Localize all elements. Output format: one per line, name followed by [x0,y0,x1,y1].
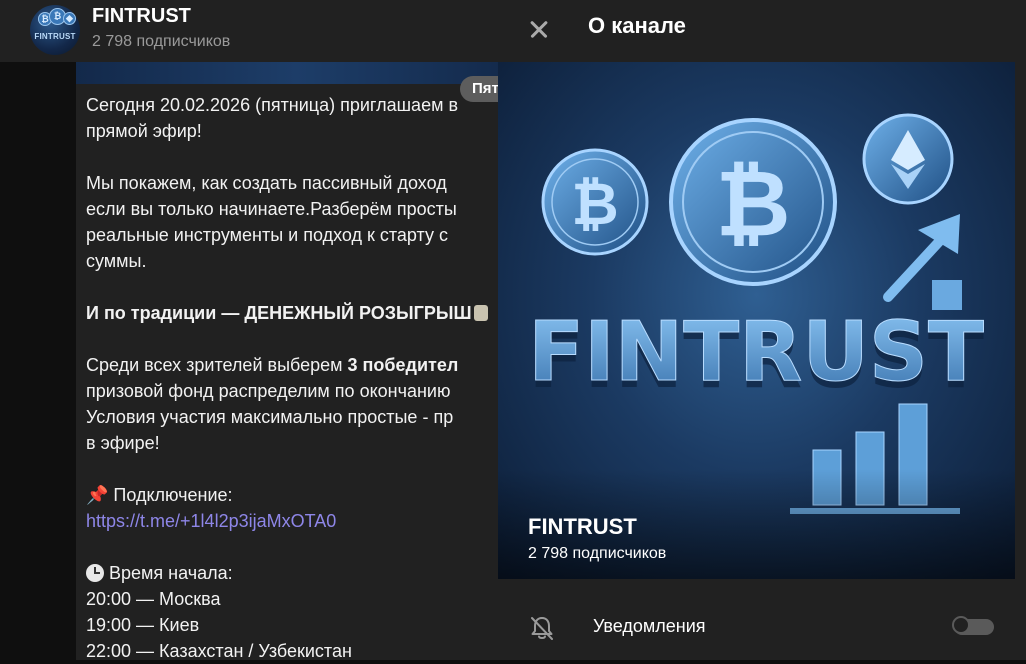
message-line: https://t.me/+1l4l2p3ijaMxOTA0 [86,508,506,534]
clock-icon [86,564,104,582]
message-line: 20:00 — Москва [86,589,221,609]
message-line: Условия участия максимально простые - пр [86,407,454,427]
message-line: прямой эфир! [86,121,202,141]
chat-subscriber-count: 2 798 подписчиков [92,33,231,50]
channel-name: FINTRUST [528,514,637,539]
message-line: Сегодня 20.02.2026 (пятница) приглашаем … [86,95,459,115]
avatar-brand-text: FINTRUST [34,32,76,41]
svg-text:₿: ₿ [571,170,618,238]
message-media-preview[interactable] [76,62,498,84]
notifications-label: Уведомления [593,616,706,636]
giveaway-text: И по традиции — ДЕНЕЖНЫЙ РОЗЫГРЫШ [86,303,472,323]
chat-header[interactable]: ₿ ₿ ◆ FINTRUST FINTRUST 2 798 подписчико… [0,0,498,62]
ethereum-icon: ◆ [63,12,76,25]
message-line: реальные инструменты и подход к старту с [86,225,448,245]
message-line-bold: И по традиции — ДЕНЕЖНЫЙ РОЗЫГРЫШ [86,300,506,326]
chat-title: FINTRUST [92,5,191,27]
toggle-knob [952,616,970,634]
svg-text:₿: ₿ [716,150,791,257]
close-icon[interactable] [524,14,554,44]
arrow-up-icon [883,214,962,310]
info-header: О канале [498,0,1026,62]
message-line: Мы покажем, как создать пассивный доход [86,173,447,193]
money-emoji-icon [473,305,488,321]
invite-link[interactable]: https://t.me/+1l4l2p3ijaMxOTA0 [86,511,336,531]
message-line: Время начала: [86,560,506,586]
message-line: в эфире! [86,433,160,453]
message-text: Сегодня 20.02.2026 (пятница) приглашаем … [86,92,506,664]
message-line: суммы. [86,251,147,271]
message-line: 📌 Подключение: [86,482,506,508]
info-title: О канале [588,13,686,38]
notifications-toggle[interactable] [952,616,994,635]
bitcoin-icon: ₿ [541,148,649,256]
winners-text: Среди всех зрителей выберем [86,355,348,375]
channel-avatar[interactable]: ₿ ₿ ◆ FINTRUST [30,5,80,55]
message-line: призовой фонд распределим по окончанию [86,381,451,401]
message-line: если вы только начинаете.Разберём просты [86,199,457,219]
winners-count: 3 победител [347,355,459,375]
time-label: Время начала: [109,563,233,583]
ethereum-icon [862,113,954,205]
notifications-row[interactable]: Уведомления [498,590,1026,660]
bitcoin-icon: ₿ [669,118,837,286]
channel-info-panel: О канале ₿ ₿ FINTRUST FINTRUST FINTRUST … [498,0,1026,660]
cover-brand-text: FINTRUST [528,305,984,400]
bell-off-icon [531,617,553,640]
message-line: 19:00 — Киев [86,615,200,635]
channel-cover-image[interactable]: ₿ ₿ FINTRUST FINTRUST [498,62,1015,579]
connect-label: Подключение: [113,485,233,505]
pin-icon: 📌 [86,485,109,505]
channel-subscribers: 2 798 подписчиков [528,545,667,562]
message-line: Среди всех зрителей выберем 3 победител [86,352,506,378]
message-line: 22:00 — Казахстан / Узбекистан [86,641,352,661]
